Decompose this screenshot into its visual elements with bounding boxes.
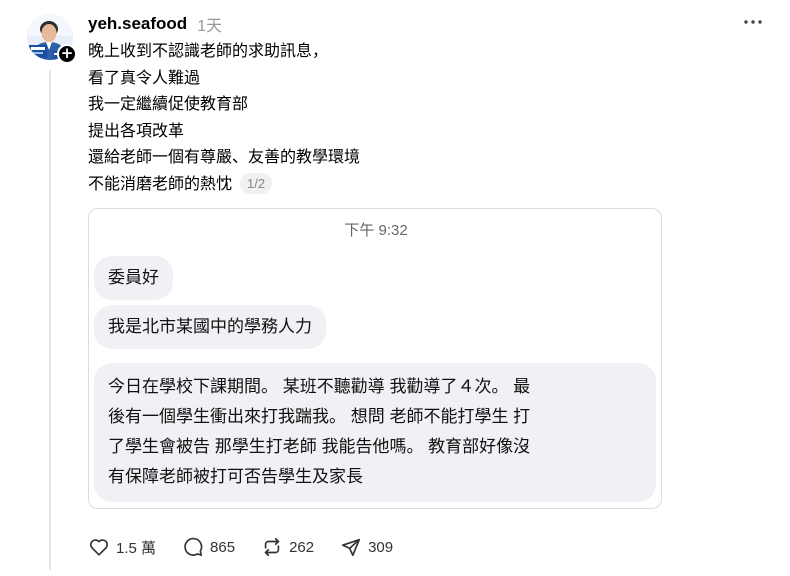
comment-button[interactable]: 865 [182, 536, 235, 558]
like-button[interactable]: 1.5 萬 [88, 536, 156, 558]
post-header: yeh.seafood 1天 [88, 12, 222, 36]
repost-button[interactable]: 262 [261, 536, 314, 558]
page-indicator[interactable]: 1/2 [240, 172, 273, 194]
post-text-line: 看了真令人難過 [88, 69, 201, 87]
share-button[interactable]: 309 [340, 536, 393, 558]
post-text-line: 我一定繼續促使教育部 [88, 96, 249, 113]
post-text-line: 還給老師一個有尊嚴、友善的教學環境 [88, 149, 361, 166]
like-count: 1.5 萬 [116, 539, 157, 557]
chat-bubble: 今日在學校下課期間。 某班不聽勸導 我勸導了４次。 最 後有一個學生衝出來打我踹… [94, 363, 656, 502]
heart-icon [88, 536, 110, 558]
plus-icon[interactable]: + [57, 44, 77, 64]
send-icon [340, 536, 362, 558]
chat-bubble: 委員好 [94, 256, 173, 300]
username[interactable]: yeh.seafood [88, 14, 187, 34]
threads-post: + yeh.seafood 1天 晚上收到不認識老師的求助訊息， 看了真令人難過… [0, 0, 790, 576]
post-text-line: 晚上收到不認識老師的求助訊息， [88, 43, 329, 60]
action-bar: 1.5 萬 865 262 309 [88, 535, 419, 559]
post-text-line-last: 不能消磨老師的熱忱 1/2 [88, 172, 728, 199]
repost-icon [261, 536, 283, 558]
thread-line [49, 70, 51, 570]
share-count: 309 [368, 538, 394, 556]
more-icon[interactable] [742, 13, 766, 33]
avatar[interactable]: + [27, 14, 77, 64]
chat-bubble: 我是北市某國中的學務人力 [94, 305, 326, 349]
post-time[interactable]: 1天 [197, 12, 222, 36]
attached-screenshot[interactable]: 下午 9:32 委員好 我是北市某國中的學務人力 今日在學校下課期間。 某班不聽… [88, 208, 662, 509]
comment-icon [182, 536, 204, 558]
repost-count: 262 [289, 538, 315, 556]
post-text: 晚上收到不認識老師的求助訊息， 看了真令人難過 我一定繼續促使教育部 提出各項改… [88, 39, 728, 198]
chat-timestamp: 下午 9:32 [344, 222, 408, 239]
post-text-line: 提出各項改革 [88, 122, 185, 140]
comment-count: 865 [210, 538, 236, 556]
post-text-line: 不能消磨老師的熱忱 [88, 175, 233, 193]
